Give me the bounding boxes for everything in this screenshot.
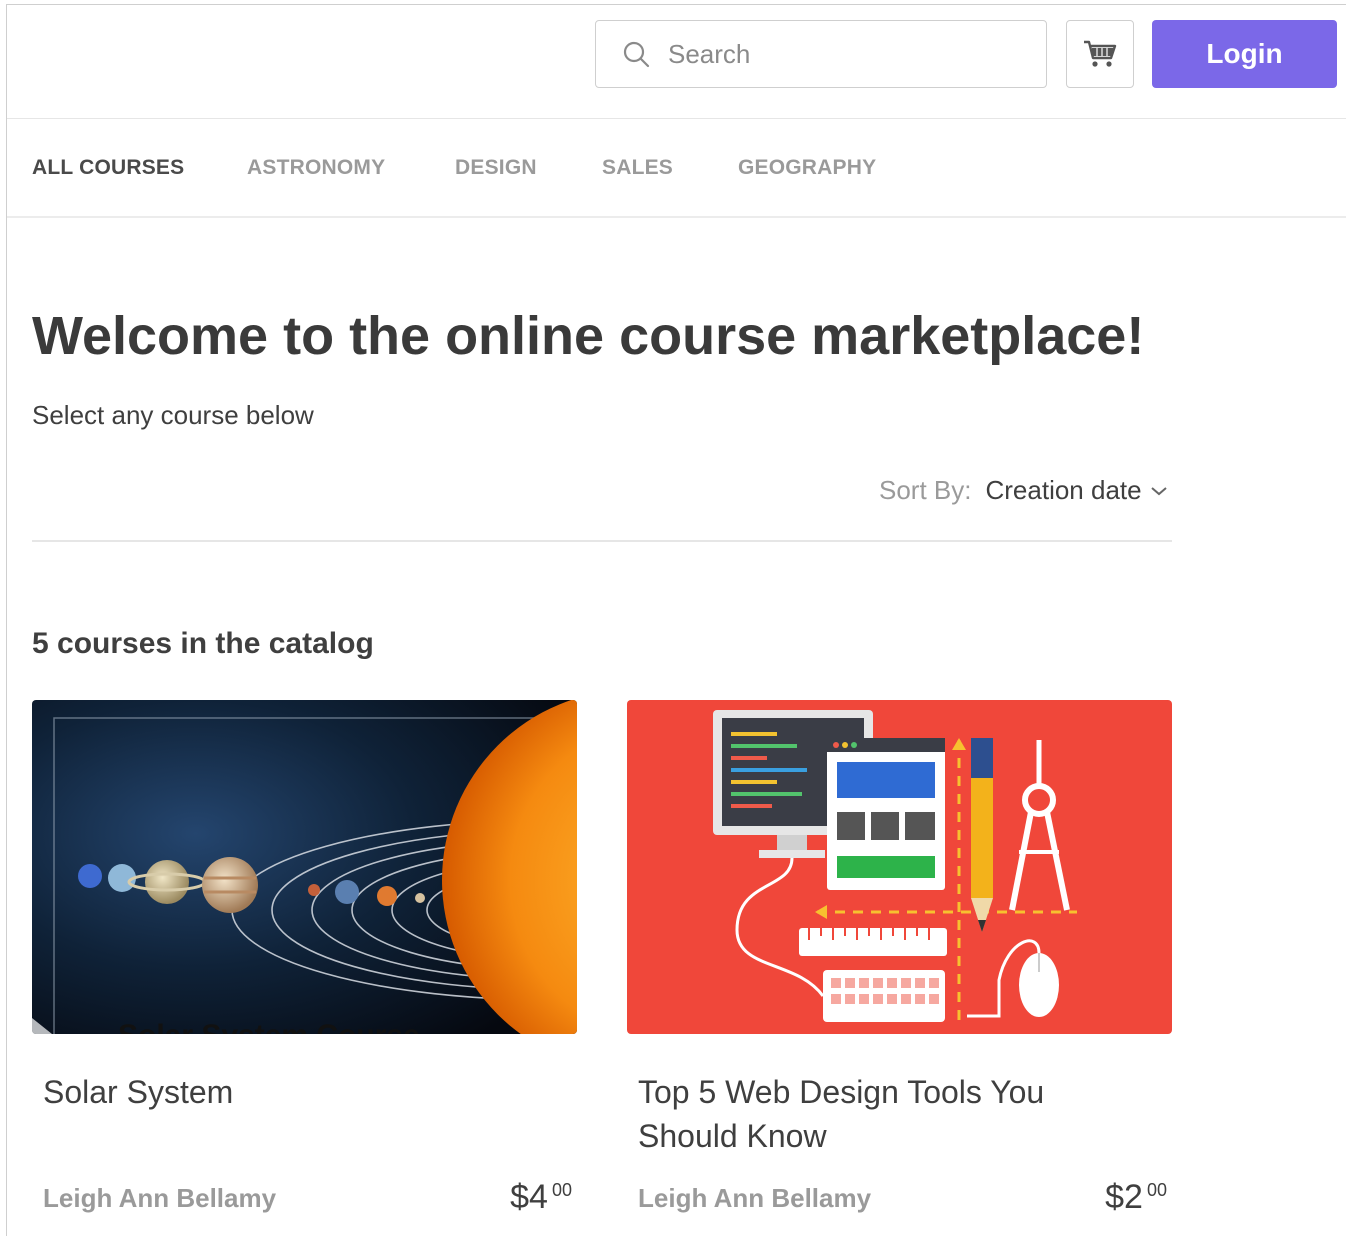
divider [32,540,1172,542]
web-design-tools-illustration[interactable] [627,700,1172,1034]
nav-item-all-courses[interactable]: ALL COURSES [32,156,184,180]
nav-item-geography[interactable]: GEOGRAPHY [738,156,876,180]
page-title: Welcome to the online course marketplace… [32,306,1145,366]
price-main: $4 [510,1178,548,1216]
course-price: $4 00 [510,1178,572,1217]
nav-item-design[interactable]: DESIGN [455,156,537,180]
category-nav: ALL COURSES ASTRONOMY DESIGN SALES GEOGR… [7,120,1346,218]
top-header: Login [7,5,1346,119]
sort-label: Sort By: [879,475,972,505]
nav-item-astronomy[interactable]: ASTRONOMY [247,156,385,180]
price-cents: 00 [551,1180,572,1200]
cart-button[interactable] [1066,20,1134,88]
thumbnail-caption: Solar System Course [118,1019,420,1034]
catalog-count: 5 courses in the catalog [32,627,374,660]
course-author: Leigh Ann Bellamy [638,1183,872,1213]
price-main: $2 [1105,1178,1143,1216]
page-subtitle: Select any course below [32,400,314,430]
cart-icon [1084,40,1117,67]
nav-item-sales[interactable]: SALES [602,156,673,180]
sort-value[interactable]: Creation date [985,475,1141,506]
login-button[interactable]: Login [1152,20,1337,88]
chevron-down-icon [1150,486,1167,495]
search-box[interactable] [595,20,1047,88]
course-title[interactable]: Top 5 Web Design Tools You Should Know [638,1070,1078,1158]
course-card[interactable]: Top 5 Web Design Tools You Should Know L… [627,700,1172,1216]
search-icon [623,41,650,68]
solar-system-image[interactable]: Solar System Course [32,700,577,1034]
sort-dropdown[interactable]: Sort By: Creation date [879,475,1168,506]
search-input[interactable] [668,38,1008,70]
course-card[interactable]: Solar System Course Solar System Leigh A… [32,700,577,1216]
price-cents: 00 [1146,1180,1167,1200]
course-title[interactable]: Solar System [43,1070,483,1114]
course-price: $2 00 [1105,1178,1167,1217]
page-frame: Login ALL COURSES ASTRONOMY DESIGN SALES… [6,4,1346,1236]
course-author: Leigh Ann Bellamy [43,1183,277,1213]
